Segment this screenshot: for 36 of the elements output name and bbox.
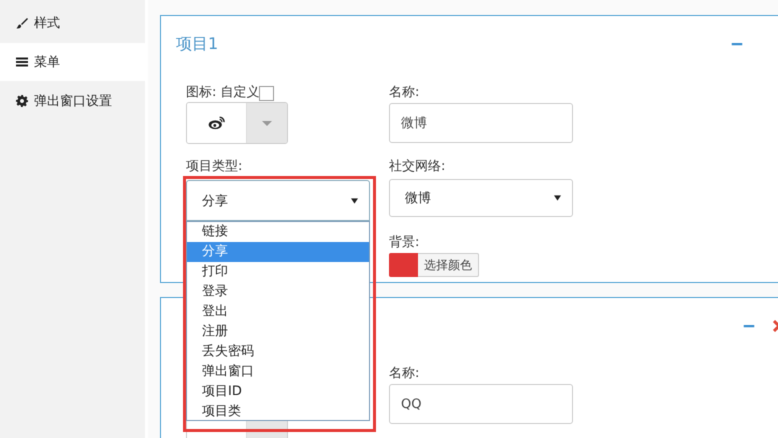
dropdown-option[interactable]: 打印 — [187, 262, 369, 282]
sidebar-item[interactable]: 菜单 — [0, 43, 145, 81]
checkbox[interactable] — [259, 86, 274, 100]
caret-icon — [262, 120, 272, 126]
type-select[interactable]: 分享 — [186, 180, 370, 221]
dropdown-option[interactable]: 登出 — [187, 302, 369, 322]
caret-icon — [351, 198, 358, 204]
network-select[interactable]: 微博 — [389, 179, 573, 217]
dropdown-option[interactable]: 注册 — [187, 322, 369, 342]
dropdown-option[interactable]: 登录 — [187, 282, 369, 302]
checkbox-label: 自定义 — [220, 85, 260, 101]
brush-icon — [16, 17, 28, 29]
dropdown-option[interactable]: 项目类 — [187, 402, 369, 422]
name-field[interactable]: 微博 — [389, 103, 573, 143]
field-label: 名称: — [389, 85, 420, 101]
dropdown-option[interactable]: 项目ID — [187, 382, 369, 402]
color-swatch[interactable] — [389, 253, 418, 277]
dropdown-option[interactable]: 链接 — [187, 222, 369, 242]
field-label: 名称: — [389, 366, 420, 382]
field-label: 项目类型: — [186, 159, 242, 175]
panel-title: 项目1 — [176, 34, 218, 54]
collapse-icon[interactable] — [730, 42, 744, 46]
collapse-icon[interactable] — [742, 324, 756, 328]
sidebar-item[interactable]: 样式 — [0, 4, 145, 42]
menu-icon — [16, 56, 28, 68]
caret-icon — [554, 195, 561, 201]
settings-icon — [16, 95, 28, 107]
field-label: 社交网络: — [389, 159, 446, 175]
dropdown-option[interactable]: 弹出窗口 — [187, 362, 369, 382]
sidebar-item[interactable]: 弹出窗口设置 — [0, 82, 145, 120]
dropdown-option[interactable]: 丢失密码 — [187, 342, 369, 362]
name-field[interactable]: QQ — [389, 384, 573, 424]
field-label: 图标: — [186, 85, 216, 101]
choose-color-button[interactable]: 选择颜色 — [418, 253, 479, 277]
eye-icon — [208, 116, 226, 130]
field-label: 背景: — [389, 235, 420, 251]
